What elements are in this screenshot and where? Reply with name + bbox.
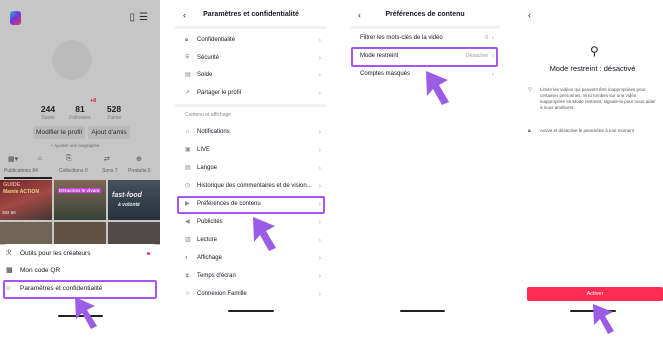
row-label: Sécurité bbox=[197, 55, 220, 61]
row-label: Comptes masqués bbox=[360, 71, 411, 77]
chevron-right-icon: › bbox=[318, 165, 321, 172]
info-text: Active et désactive le paramètre à tout … bbox=[540, 128, 635, 133]
chevron-right-icon: › bbox=[318, 273, 321, 280]
chevron-right-icon: › bbox=[318, 291, 321, 298]
row-label: Notifications bbox=[197, 129, 230, 135]
notification-dot bbox=[147, 252, 150, 255]
settings-row-live[interactable]: ▣ LIVE › bbox=[175, 142, 327, 159]
pointer-arrow-icon bbox=[426, 71, 449, 105]
filter-icon: ▽ bbox=[528, 87, 532, 93]
chevron-right-icon: › bbox=[318, 129, 321, 136]
display-icon: ◐ bbox=[185, 255, 189, 261]
settings-row-language[interactable]: ▤ Langue › bbox=[175, 160, 327, 177]
chevron-right-icon: › bbox=[318, 237, 321, 244]
settings-row-balance[interactable]: ▤ Solde › bbox=[175, 67, 327, 84]
pointer-arrow-icon bbox=[75, 297, 97, 329]
chevron-left-icon: ‹ bbox=[528, 10, 531, 20]
restricted-mode-icon: ⚲ bbox=[590, 44, 599, 58]
settings-row-security[interactable]: ⛨ Sécurité › bbox=[175, 50, 327, 67]
qr-code-icon: ▩ bbox=[6, 267, 13, 274]
highlight-box bbox=[351, 47, 498, 67]
settings-row-share-profile[interactable]: ↗ Partager le profil › bbox=[175, 85, 327, 102]
family-icon: ☆ bbox=[185, 291, 191, 297]
pointer-arrow-icon bbox=[593, 304, 614, 334]
profile-screen: ▯☰ 244 Suivis +8 81 Followers 528 J'aime… bbox=[0, 0, 160, 337]
qr-code-item[interactable]: ▩ Mon code QR bbox=[6, 264, 60, 278]
settings-screen: ‹ Paramètres et confidentialité 🔒︎ Confid… bbox=[175, 0, 327, 337]
section-header: Contenu et affichage bbox=[185, 112, 232, 118]
row-label: Partager le profil bbox=[197, 90, 242, 96]
row-label: Temps d'écran bbox=[197, 273, 236, 279]
chevron-right-icon: › bbox=[318, 255, 321, 262]
row-filter-keywords[interactable]: Filtrer les mots-clés de la vidéo 0 › bbox=[350, 30, 500, 47]
page-title: Mode restreint : désactivé bbox=[549, 64, 636, 73]
wallet-icon: ▤ bbox=[185, 72, 191, 78]
profile-background: ▯☰ 244 Suivis +8 81 Followers 528 J'aime… bbox=[0, 0, 160, 245]
menu-item-label: Outils pour les créateurs bbox=[20, 250, 91, 257]
row-value: 0 bbox=[485, 35, 488, 41]
page-title: Paramètres et confidentialité bbox=[203, 11, 299, 18]
chevron-right-icon: › bbox=[491, 35, 494, 42]
info-item: ▽ Limite les vidéos qui peuvent être ina… bbox=[528, 87, 660, 127]
row-label: Filtrer les mots-clés de la vidéo bbox=[360, 35, 443, 41]
pointer-arrow-icon bbox=[253, 217, 276, 251]
content-preferences-screen: ‹ Préférences de contenu Filtrer les mot… bbox=[350, 0, 500, 337]
row-label: Langue bbox=[197, 165, 218, 171]
page-title: Préférences de contenu bbox=[385, 11, 465, 18]
row-label: Historique des commentaires et de vision… bbox=[197, 183, 312, 189]
language-icon: ▤ bbox=[185, 165, 191, 171]
lock-icon: 🔒︎ bbox=[185, 37, 189, 43]
home-indicator bbox=[400, 310, 445, 312]
creator-tools-item[interactable]: ℛ Outils pour les créateurs bbox=[6, 247, 90, 261]
shield-icon: ⛨ bbox=[185, 55, 190, 61]
divider bbox=[175, 104, 327, 107]
info-item: 🔒︎ Active et désactive le paramètre à to… bbox=[528, 128, 660, 142]
playback-icon: ▥ bbox=[185, 237, 191, 243]
back-button[interactable]: ‹ bbox=[528, 8, 531, 22]
creator-tools-icon: ℛ bbox=[6, 250, 12, 257]
settings-row-privacy[interactable]: 🔒︎ Confidentialité › bbox=[175, 32, 327, 49]
chevron-right-icon: › bbox=[318, 219, 321, 226]
share-icon: ↗ bbox=[185, 90, 191, 96]
bell-icon: ♫ bbox=[185, 129, 190, 135]
row-label: Connexion Famille bbox=[197, 291, 247, 297]
restricted-mode-screen: ‹ ⚲ Mode restreint : désactivé ▽ Limite … bbox=[522, 0, 663, 337]
chevron-right-icon: › bbox=[318, 72, 321, 79]
history-icon: ◷ bbox=[185, 183, 191, 189]
chevron-right-icon: › bbox=[491, 71, 494, 78]
megaphone-icon: ◀ bbox=[185, 219, 190, 225]
home-indicator bbox=[228, 310, 274, 312]
info-text: Limite les vidéos qui peuvent être inapp… bbox=[540, 87, 656, 110]
row-label: Affichage bbox=[197, 255, 222, 261]
settings-row-history[interactable]: ◷ Historique des commentaires et de visio… bbox=[175, 178, 327, 195]
menu-item-label: Mon code QR bbox=[20, 267, 61, 274]
row-label: Publicités bbox=[197, 219, 223, 225]
row-label: LIVE bbox=[197, 147, 211, 153]
chevron-right-icon: › bbox=[318, 37, 321, 44]
chevron-right-icon: › bbox=[318, 147, 321, 154]
settings-row-family-pairing[interactable]: ☆ Connexion Famille › bbox=[175, 286, 327, 303]
row-label: Solde bbox=[197, 72, 213, 78]
divider bbox=[350, 26, 500, 29]
row-label: Confidentialité bbox=[197, 37, 236, 43]
lock-icon: 🔒︎ bbox=[528, 128, 531, 134]
row-label: Lecture bbox=[197, 237, 218, 243]
chevron-right-icon: › bbox=[318, 183, 321, 190]
live-icon: ▣ bbox=[185, 147, 191, 153]
settings-row-screen-time[interactable]: ⧗ Temps d'écran › bbox=[175, 268, 327, 285]
divider bbox=[175, 26, 327, 29]
sheet-overlay[interactable] bbox=[0, 0, 160, 245]
hourglass-icon: ⧗ bbox=[185, 273, 190, 279]
chevron-right-icon: › bbox=[318, 90, 321, 97]
chevron-right-icon: › bbox=[318, 55, 321, 62]
settings-row-notifications[interactable]: ♫ Notifications › bbox=[175, 124, 327, 141]
